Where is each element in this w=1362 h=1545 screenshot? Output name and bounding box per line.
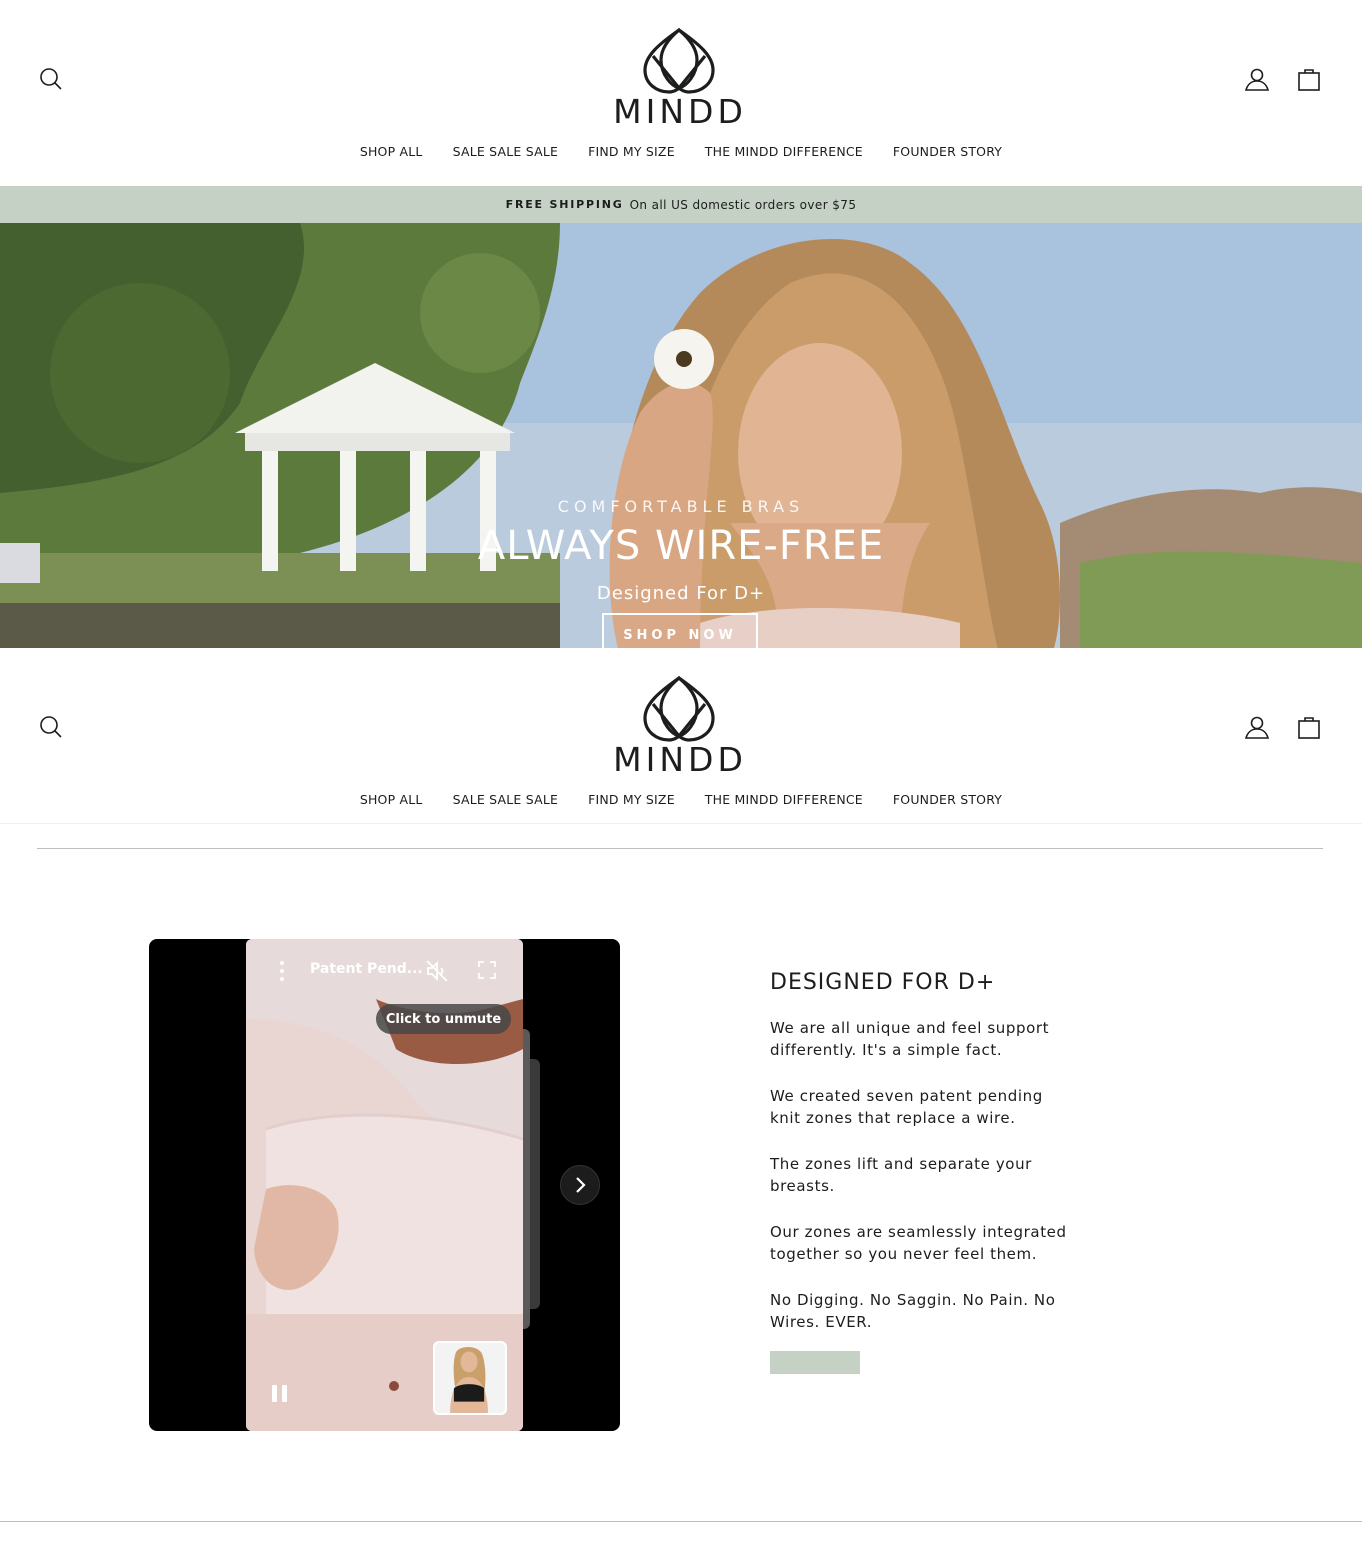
feature-copy: DESIGNED FOR D+ We are all unique and fe… <box>770 970 1070 1374</box>
more-vertical-icon[interactable] <box>272 957 292 985</box>
feature-paragraph: We created seven patent pending knit zon… <box>770 1087 1043 1127</box>
announcement-strong: FREE SHIPPING <box>505 198 624 211</box>
product-thumbnail[interactable] <box>433 1341 507 1415</box>
feature-paragraph: Our zones are seamlessly integrated toge… <box>770 1223 1067 1263</box>
account-icon[interactable] <box>1244 714 1270 740</box>
section-divider <box>37 848 1323 849</box>
nav-sale[interactable]: SALE SALE SALE <box>453 792 559 807</box>
main-nav: SHOP ALL SALE SALE SALE FIND MY SIZE THE… <box>0 792 1362 807</box>
logo-wordmark: MINDD <box>613 92 747 131</box>
muted-speaker-icon[interactable] <box>424 958 450 984</box>
site-logo[interactable]: MINDD <box>598 26 762 134</box>
video-carousel[interactable]: Patent Pend... Click to unmute <box>149 939 620 1431</box>
hero-subtitle: COMFORTABLE BRAS <box>557 497 805 516</box>
feature-cta-button[interactable] <box>770 1351 860 1374</box>
cart-icon[interactable] <box>1296 66 1322 92</box>
feature-paragraph: No Digging. No Saggin. No Pain. No Wires… <box>770 1291 1056 1331</box>
nav-sale[interactable]: SALE SALE SALE <box>453 144 559 159</box>
nav-mindd-difference[interactable]: THE MINDD DIFFERENCE <box>705 144 863 159</box>
sticky-header: MINDD SHOP ALL SALE SALE SALE FIND MY SI… <box>0 648 1362 824</box>
site-header: MINDD SHOP ALL SALE SALE SALE FIND MY SI… <box>0 0 1362 186</box>
feature-paragraph: We are all unique and feel support diffe… <box>770 1019 1050 1059</box>
section-divider <box>0 1521 1362 1522</box>
video-title: Patent Pend... <box>310 961 423 977</box>
announcement-bar[interactable]: FREE SHIPPING On all US domestic orders … <box>0 186 1362 223</box>
nav-founder-story[interactable]: FOUNDER STORY <box>893 792 1002 807</box>
site-logo[interactable]: MINDD <box>598 674 762 782</box>
pause-icon[interactable] <box>272 1385 290 1405</box>
click-to-unmute-button[interactable]: Click to unmute <box>376 1004 511 1034</box>
nav-founder-story[interactable]: FOUNDER STORY <box>893 144 1002 159</box>
announcement-message: On all US domestic orders over $75 <box>629 197 857 212</box>
logo-mark-icon <box>643 675 715 742</box>
nav-find-my-size[interactable]: FIND MY SIZE <box>588 144 675 159</box>
nav-shop-all[interactable]: SHOP ALL <box>360 792 423 807</box>
nav-mindd-difference[interactable]: THE MINDD DIFFERENCE <box>705 792 863 807</box>
cart-icon[interactable] <box>1296 714 1322 740</box>
nav-shop-all[interactable]: SHOP ALL <box>360 144 423 159</box>
hero-tagline: Designed For D+ <box>596 583 766 604</box>
feature-heading: DESIGNED FOR D+ <box>770 970 996 995</box>
account-icon[interactable] <box>1244 66 1270 92</box>
search-icon[interactable] <box>38 714 64 740</box>
fullscreen-icon[interactable] <box>476 959 498 981</box>
main-nav: SHOP ALL SALE SALE SALE FIND MY SIZE THE… <box>0 144 1362 159</box>
feature-paragraph: The zones lift and separate your breasts… <box>770 1155 1032 1195</box>
logo-mark-icon <box>643 27 715 94</box>
hero-banner: COMFORTABLE BRAS ALWAYS WIRE-FREE Design… <box>0 223 1362 657</box>
nav-find-my-size[interactable]: FIND MY SIZE <box>588 792 675 807</box>
video-player[interactable]: Patent Pend... Click to unmute <box>246 939 523 1431</box>
chevron-right-icon[interactable] <box>560 1165 600 1205</box>
hero-title: ALWAYS WIRE-FREE <box>477 523 885 569</box>
logo-wordmark: MINDD <box>613 740 747 779</box>
search-icon[interactable] <box>38 66 64 92</box>
